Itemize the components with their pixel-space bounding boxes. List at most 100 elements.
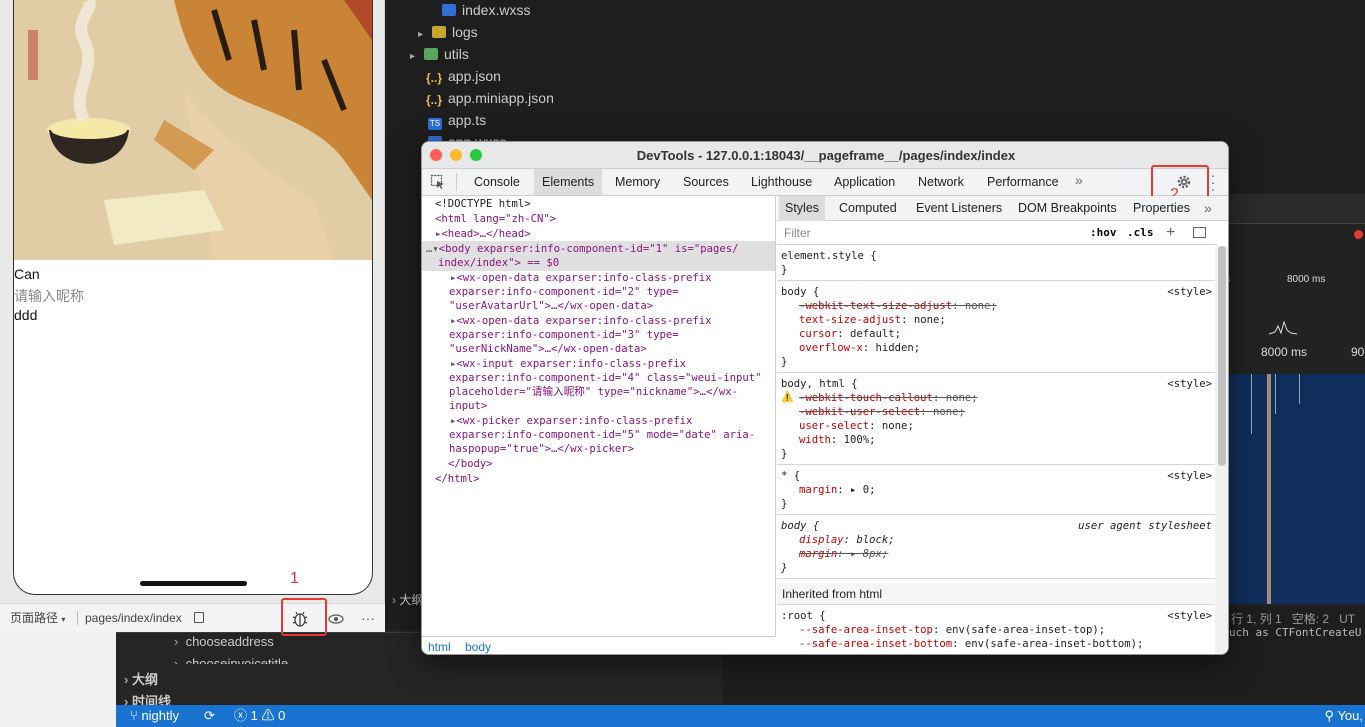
dom-node-body[interactable]: …▾<body exparser:info-component-id="1" i… — [426, 242, 739, 256]
css-declaration[interactable]: cursor: default; — [777, 327, 1215, 341]
annotation-label-1: 1 — [290, 570, 299, 587]
css-declaration[interactable]: --safe-area-inset-top: env(safe-area-ins… — [777, 623, 1215, 637]
tab-lighthouse[interactable]: Lighthouse — [743, 169, 820, 195]
styles-scrollbar[interactable] — [1215, 246, 1228, 654]
nickname-input[interactable]: 请输入昵称 — [14, 286, 84, 306]
toggle-sidebar-icon[interactable] — [1193, 227, 1206, 238]
explorer-item-app-miniapp-json[interactable]: {..} app.miniapp.json — [426, 87, 554, 109]
dom-node-wx-picker[interactable]: ▸<wx-picker exparser:info-class-prefix — [450, 414, 692, 428]
dom-node-body-cont[interactable]: index/index"> == $0 — [438, 256, 559, 270]
ts-file-icon: TS — [428, 118, 442, 130]
style-source-link[interactable]: <style> — [1167, 469, 1212, 483]
css-declaration[interactable]: -webkit-text-size-adjust: none; — [777, 299, 1215, 313]
blame-indicator[interactable]: ⚲ You, — [1325, 705, 1363, 727]
tab-memory[interactable]: Memory — [607, 169, 668, 195]
style-source-link[interactable]: <style> — [1167, 285, 1212, 299]
breadcrumb-body[interactable]: body — [465, 637, 491, 654]
dom-node-html[interactable]: <html lang="zh-CN"> — [435, 212, 556, 226]
dom-node-html-close[interactable]: </html> — [435, 472, 480, 486]
css-file-icon — [442, 4, 456, 16]
tab-properties[interactable]: Properties — [1127, 196, 1196, 221]
chevron-down-icon: ▾ — [61, 615, 66, 624]
dom-node-wx-open-data-nickname[interactable]: ▸<wx-open-data exparser:info-class-prefi… — [450, 314, 712, 328]
copy-icon[interactable] — [194, 612, 204, 623]
breadcrumb-html[interactable]: html — [428, 637, 451, 654]
user-agent-stylesheet-label: user agent stylesheet — [1078, 520, 1212, 532]
css-declaration[interactable]: overflow-x: hidden; — [777, 341, 1215, 355]
styles-filter-input[interactable]: Filter — [784, 221, 811, 245]
simulator-footer: 页面路径 ▾ pages/index/index ··· — [0, 603, 385, 632]
styles-filter-bar: Filter :hov .cls + — [777, 221, 1217, 245]
tab-event-listeners[interactable]: Event Listeners — [910, 196, 1008, 221]
tab-styles[interactable]: Styles — [779, 196, 826, 221]
css-declaration[interactable]: text-size-adjust: none; — [777, 313, 1215, 327]
branch-indicator[interactable]: ⑂ nightly — [130, 705, 179, 727]
timeline-label: 8000 ms — [1261, 345, 1308, 359]
sync-icon[interactable]: ⟳ — [204, 705, 215, 727]
explorer-item-index-wxss[interactable]: index.wxss — [442, 0, 530, 21]
performance-timeline: s8000 ms 8000 ms 90 — [1225, 194, 1365, 606]
tiger-illustration-image — [14, 0, 372, 260]
page-path-dropdown[interactable]: 页面路径 ▾ — [10, 604, 65, 634]
dom-node-doctype[interactable]: <!DOCTYPE html> — [435, 197, 531, 211]
annotation-box-1 — [281, 598, 327, 636]
json-file-icon: {..} — [426, 93, 443, 107]
date-picker[interactable]: ddd — [14, 307, 37, 323]
dom-node-wx-input[interactable]: ▸<wx-input exparser:info-class-prefix — [450, 357, 686, 371]
add-rule-icon[interactable]: + — [1166, 221, 1175, 245]
inherited-from-header: Inherited from html — [777, 583, 1215, 605]
outline-item[interactable]: › chooseinvoicetitle — [174, 656, 288, 664]
timeline-label: 8000 ms — [1287, 274, 1326, 285]
tab-network[interactable]: Network — [910, 169, 972, 195]
style-source-link[interactable]: <style> — [1167, 609, 1212, 623]
problems-indicator[interactable]: ⓧ 1 ⚠ 0 — [234, 705, 285, 727]
style-source-link[interactable]: <style> — [1167, 377, 1212, 391]
dom-node-body-close[interactable]: </body> — [448, 457, 493, 471]
class-toggle[interactable]: .cls — [1127, 221, 1154, 245]
dom-node-wx-open-data-avatar[interactable]: ▸<wx-open-data exparser:info-class-prefi… — [450, 271, 712, 285]
tab-computed[interactable]: Computed — [833, 196, 903, 221]
devtools-titlebar: DevTools - 127.0.0.1:18043/__pageframe__… — [422, 142, 1228, 169]
tab-dom-breakpoints[interactable]: DOM Breakpoints — [1012, 196, 1123, 221]
devtools-tabs: Console Elements Memory Sources Lighthou… — [422, 168, 1228, 196]
hover-state-toggle[interactable]: :hov — [1090, 221, 1117, 245]
style-rule-root: :root {<style> --safe-area-inset-top: en… — [777, 609, 1215, 654]
page-path-value: pages/index/index — [85, 611, 182, 625]
more-tabs-chevron-icon[interactable]: » — [1204, 200, 1212, 216]
css-declaration[interactable]: margin: ▸ 0; — [777, 483, 1215, 497]
tab-performance[interactable]: Performance — [979, 169, 1067, 195]
explorer-item-utils[interactable]: ▸ utils — [410, 43, 469, 65]
css-declaration[interactable]: ⚠️ -webkit-touch-callout: none; — [777, 391, 1215, 405]
css-declaration[interactable]: width: 100%; — [777, 433, 1215, 447]
cpu-sparkline — [1268, 314, 1298, 335]
explorer-item-app-ts[interactable]: TS app.ts — [428, 109, 486, 131]
breadcrumb: html body — [422, 636, 776, 654]
explorer-item-app-json[interactable]: {..} app.json — [426, 65, 501, 87]
outline-label[interactable]: › 大纲 — [392, 591, 423, 608]
more-icon[interactable]: ··· — [361, 604, 375, 633]
close-icon[interactable] — [1354, 230, 1363, 239]
git-branch-icon: ⑂ — [130, 708, 138, 723]
more-tabs-chevron-icon[interactable]: » — [1075, 172, 1083, 188]
phone-screen: Can 请输入昵称 ddd — [13, 0, 373, 595]
tab-application[interactable]: Application — [826, 169, 903, 195]
tab-console[interactable]: Console — [466, 169, 528, 195]
outline-section[interactable]: › 大纲 — [124, 669, 158, 688]
timeline-section[interactable]: › 时间线 — [124, 691, 171, 705]
explorer-item-logs[interactable]: ▸ logs — [418, 21, 478, 43]
inspect-element-icon[interactable] — [430, 174, 446, 190]
css-declaration[interactable]: --safe-area-inset-bottom: env(safe-area-… — [777, 637, 1215, 651]
css-declaration[interactable]: -webkit-user-select: none; — [777, 405, 1215, 419]
outline-item[interactable]: › chooseaddress — [174, 634, 274, 649]
kebab-menu-icon[interactable]: · · · — [1210, 168, 1216, 196]
css-declaration[interactable]: display: block; — [777, 533, 1215, 547]
css-declaration[interactable]: margin: ▸ 8px; — [777, 547, 1215, 561]
dom-node-head[interactable]: ▸<head>…</head> — [435, 227, 531, 241]
error-icon: ⓧ — [234, 708, 248, 723]
source-control-icon: ⚲ — [1324, 708, 1335, 723]
devtools-title: DevTools - 127.0.0.1:18043/__pageframe__… — [636, 148, 1016, 163]
tab-sources[interactable]: Sources — [675, 169, 737, 195]
css-declaration[interactable]: user-select: none; — [777, 419, 1215, 433]
tab-elements[interactable]: Elements — [534, 169, 603, 195]
eye-icon[interactable] — [327, 604, 345, 644]
